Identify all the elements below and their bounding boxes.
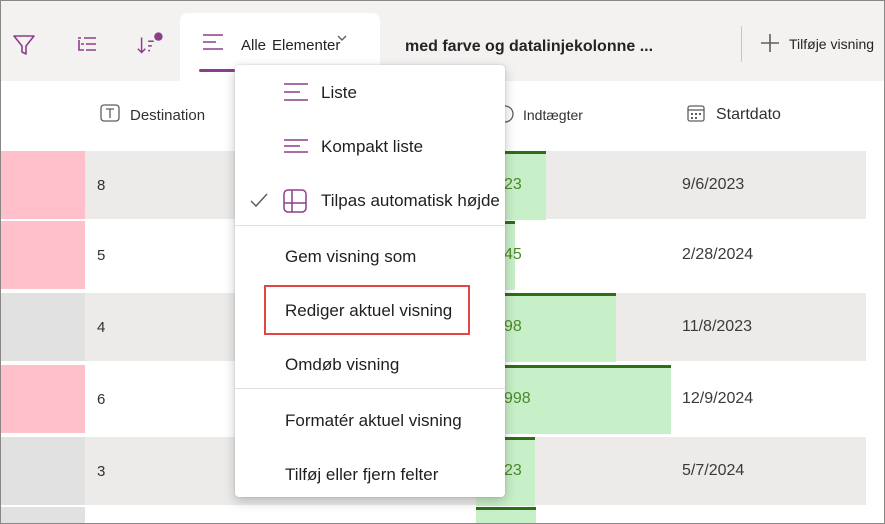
income-value: 23 <box>504 462 522 479</box>
menu-item-rename-view[interactable]: Omdøb visning <box>235 345 505 385</box>
tab-label-name: Elementer <box>272 37 341 54</box>
tab-colored-view[interactable]: med farve og datalinjekolonne ... <box>405 38 653 56</box>
menu-item-format-current-view[interactable]: Formatér aktuel visning <box>235 401 505 441</box>
destination-cell: 5 <box>97 246 106 264</box>
column-label-income: Indtægter <box>523 107 583 123</box>
autofit-icon <box>283 189 307 218</box>
destination-cell: 4 <box>97 318 106 336</box>
column-label-start-date: Startdato <box>716 106 781 123</box>
add-view-label: Tilføje visning <box>789 36 875 52</box>
text-field-icon <box>100 104 120 126</box>
start-date-cell: 2/28/2024 <box>682 246 754 263</box>
menu-item-compact-list[interactable]: Kompakt liste <box>235 127 505 167</box>
destination-cell: 3 <box>97 462 106 480</box>
view-options-menu: Liste Kompakt liste Tilpas automatisk hø… <box>235 65 505 497</box>
income-bar-partial <box>476 507 536 523</box>
list-view-window: Alle Elementer med farve og datalinjekol… <box>0 0 885 524</box>
plus-icon <box>759 32 781 57</box>
menu-item-list[interactable]: Liste <box>235 73 505 113</box>
menu-divider <box>235 225 505 226</box>
compact-list-icon <box>283 137 309 162</box>
column-label-destination: Destination <box>130 106 206 124</box>
destination-cell: 8 <box>97 176 106 194</box>
color-cell <box>1 221 85 289</box>
color-cell <box>1 365 85 433</box>
active-tab-indicator <box>199 69 235 72</box>
start-date-cell: 11/8/2023 <box>682 318 752 335</box>
color-cell <box>1 437 85 505</box>
add-view-button[interactable]: Tilføje visning <box>759 29 874 59</box>
view-list-icon <box>199 28 227 56</box>
menu-item-label: Liste <box>321 83 357 102</box>
color-cell <box>1 151 85 219</box>
highlight-box <box>264 285 470 335</box>
menu-item-label: Formatér aktuel visning <box>285 411 462 430</box>
start-date-cell: 5/7/2024 <box>682 462 745 479</box>
group-icon[interactable] <box>73 31 101 59</box>
tab-label-prefix: Alle <box>241 37 267 54</box>
column-header-destination[interactable]: Destination <box>100 83 205 147</box>
menu-item-label: Tilpas automatisk højde <box>321 191 500 210</box>
table-row[interactable] <box>1 507 866 523</box>
calendar-icon <box>686 103 706 128</box>
menu-item-label: Omdøb visning <box>285 355 400 374</box>
color-cell <box>1 293 85 361</box>
start-date-cell: 12/9/2024 <box>682 390 754 407</box>
list-icon <box>283 81 309 108</box>
income-value: 98 <box>504 318 522 335</box>
column-header-income[interactable]: Indtægter <box>495 83 583 147</box>
toolbar-divider <box>741 26 742 62</box>
menu-item-label: Gem visning som <box>285 247 417 266</box>
menu-item-save-view-as[interactable]: Gem visning som <box>235 237 505 277</box>
destination-cell: 6 <box>97 390 106 408</box>
menu-divider <box>235 388 505 389</box>
color-cell-partial <box>1 507 85 523</box>
start-date-cell: 9/6/2023 <box>682 176 745 193</box>
sort-icon[interactable] <box>136 31 164 59</box>
income-value: 45 <box>504 246 522 263</box>
income-value: 23 <box>504 176 522 193</box>
checkmark-icon <box>249 191 269 216</box>
menu-item-add-remove-fields[interactable]: Tilføj eller fjern felter <box>235 455 505 495</box>
menu-item-autofit-height[interactable]: Tilpas automatisk højde <box>235 181 505 221</box>
chevron-down-icon[interactable] <box>334 30 350 46</box>
menu-item-label: Tilføj eller fjern felter <box>285 465 439 484</box>
filter-icon[interactable] <box>10 31 38 59</box>
menu-item-label: Kompakt liste <box>321 137 424 156</box>
column-header-start-date[interactable]: Startdato <box>686 83 781 147</box>
income-value: 998 <box>504 390 531 407</box>
